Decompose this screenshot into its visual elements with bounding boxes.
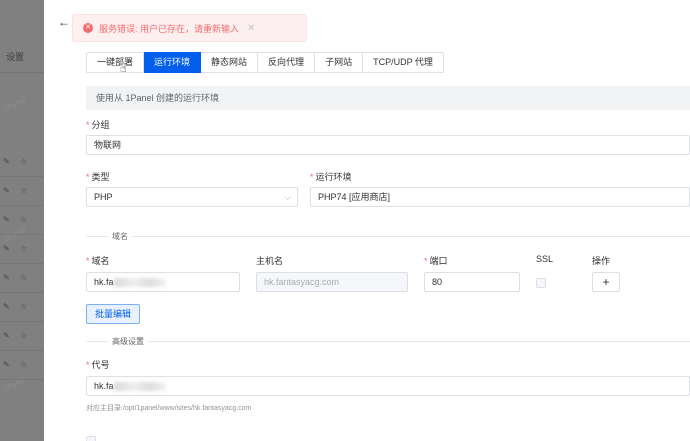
tab-tcp-udp-proxy[interactable]: TCP/UDP 代理 xyxy=(363,52,444,73)
group-label: * 分组 xyxy=(86,120,110,130)
list-item: ✎ ☆ xyxy=(0,293,44,322)
edit-icon[interactable]: ✎ xyxy=(3,302,10,311)
sidebar-divider xyxy=(0,72,44,73)
group-select[interactable]: 物联网 xyxy=(86,135,690,155)
ops-col-label: 操作 xyxy=(592,256,611,266)
port-input[interactable]: 80 xyxy=(424,272,520,292)
website-type-tabs: 一键部署 运行环境 静态网站 反向代理 子网站 TCP/UDP 代理 xyxy=(86,52,444,73)
star-icon[interactable]: ☆ xyxy=(20,215,27,224)
edit-icon[interactable]: ✎ xyxy=(3,360,10,369)
alias-input[interactable]: hk.fa xyxy=(86,376,690,396)
edit-icon[interactable]: ✎ xyxy=(3,244,10,253)
info-banner: 使用从 1Panel 创建的运行环境 xyxy=(86,86,690,110)
back-arrow-icon[interactable]: ← xyxy=(58,15,70,29)
edit-icon[interactable]: ✎ xyxy=(3,186,10,195)
list-item: ✎ ☆ xyxy=(0,351,44,380)
star-icon[interactable]: ☆ xyxy=(20,331,27,340)
port-col-label: * 端口 xyxy=(424,256,448,266)
type-label: * 类型 xyxy=(86,172,110,182)
star-icon[interactable]: ☆ xyxy=(20,244,27,253)
star-icon[interactable]: ☆ xyxy=(20,360,27,369)
runtime-label: * 运行环境 xyxy=(310,172,352,182)
tab-reverse-proxy[interactable]: 反向代理 xyxy=(258,52,316,73)
star-icon[interactable]: ☆ xyxy=(20,273,27,282)
domain-divider xyxy=(86,236,690,237)
list-item: ✎ ☆ xyxy=(0,322,44,351)
edit-icon[interactable]: ✎ xyxy=(3,273,10,282)
list-item: ✎ ☆ xyxy=(0,148,44,177)
sidebar-settings-label[interactable]: 设置 xyxy=(6,50,24,63)
pointer-cursor-icon: ☝ xyxy=(120,63,127,75)
list-item: ✎ ☆ xyxy=(0,264,44,293)
list-item: ✎ ☆ xyxy=(0,235,44,264)
tab-runtime[interactable]: 运行环境 xyxy=(144,52,202,73)
error-message-text: 服务错误: 用户已存在，请重新输入 xyxy=(99,23,240,34)
ssl-col-label: SSL xyxy=(536,254,554,264)
chevron-down-icon: ⌵ xyxy=(284,192,291,202)
host-col-label: 主机名 xyxy=(256,256,284,266)
redacted-blur xyxy=(113,382,166,392)
tab-static-site[interactable]: 静态网站 xyxy=(201,52,259,73)
type-select-value: PHP xyxy=(94,192,113,202)
error-message: ✕ 服务错误: 用户已存在，请重新输入 ✕ xyxy=(72,14,307,42)
root-dir-hint: 对应主目录:/opt/1panel/www/sites/hk.fantasyac… xyxy=(86,405,252,412)
ssl-checkbox[interactable] xyxy=(536,278,546,288)
edit-icon[interactable]: ✎ xyxy=(3,157,10,166)
sidebar: 设置 1Panel 1Panel 1Panel ✎ ☆ ✎ ☆ ✎ ☆ ✎ ☆ ✎ ☆ ✎… xyxy=(0,0,44,441)
watermark: 1Panel xyxy=(1,94,28,115)
list-item: ✎ ☆ xyxy=(0,206,44,235)
alias-label: * 代号 xyxy=(86,360,110,370)
tab-one-click-deploy[interactable]: 一键部署 xyxy=(86,52,145,73)
alias-input-value: hk.fa xyxy=(94,381,114,391)
edit-icon[interactable]: ✎ xyxy=(3,215,10,224)
host-input: hk.fantasyacg.com xyxy=(256,272,408,292)
advanced-section-title: 高级设置 xyxy=(108,336,148,347)
domain-section-title: 域名 xyxy=(108,231,132,242)
list-item: ✎ ☆ xyxy=(0,177,44,206)
edit-icon[interactable]: ✎ xyxy=(3,331,10,340)
star-icon[interactable]: ☆ xyxy=(20,302,27,311)
add-domain-button[interactable]: + xyxy=(592,272,620,292)
domain-col-label: * 域名 xyxy=(86,256,110,266)
star-icon[interactable]: ☆ xyxy=(20,157,27,166)
domain-input[interactable]: hk.fa xyxy=(86,272,240,292)
advanced-divider xyxy=(86,341,690,342)
star-icon[interactable]: ☆ xyxy=(20,186,27,195)
tab-subsite[interactable]: 子网站 xyxy=(315,52,364,73)
error-circle-icon: ✕ xyxy=(83,23,93,33)
redacted-blur xyxy=(113,278,166,288)
batch-edit-button[interactable]: 批量编辑 xyxy=(86,304,141,324)
domain-input-value: hk.fa xyxy=(94,277,114,287)
listen-ipv6-checkbox[interactable] xyxy=(86,436,96,441)
type-select[interactable]: PHP ⌵ xyxy=(86,187,298,207)
close-icon[interactable]: ✕ xyxy=(247,23,255,34)
create-website-drawer: ← ✕ 服务错误: 用户已存在，请重新输入 ✕ 一键部署 运行环境 静态网站 反… xyxy=(44,0,690,441)
runtime-select[interactable]: PHP74 [应用商店] xyxy=(310,187,690,207)
